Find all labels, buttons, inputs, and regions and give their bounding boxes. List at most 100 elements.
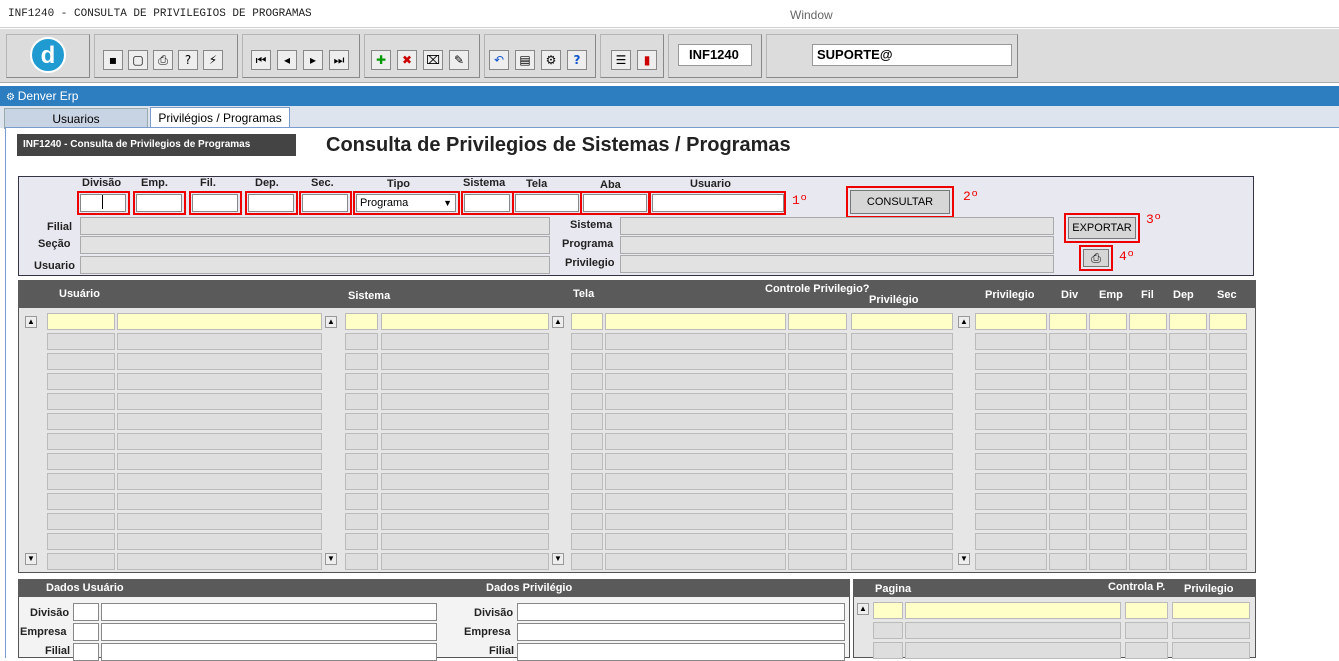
grid-cell[interactable] [1169,453,1207,470]
grid-cell[interactable] [788,313,847,330]
grid-cell[interactable] [851,493,953,510]
grid-cell[interactable] [1209,553,1247,570]
dados-usuario-divisao-name[interactable] [101,603,437,621]
pagina-cell[interactable] [1125,622,1168,639]
grid-cell[interactable] [571,413,603,430]
grid-cell[interactable] [605,353,786,370]
fil-input[interactable] [192,194,238,212]
grid-cell[interactable] [381,373,549,390]
scroll-up-icon[interactable]: ▲ [325,316,337,328]
grid-cell[interactable] [1209,493,1247,510]
grid-cell[interactable] [1089,413,1127,430]
grid-cell[interactable] [1209,533,1247,550]
grid-cell[interactable] [1169,513,1207,530]
grid-cell[interactable] [1129,513,1167,530]
tela-input[interactable] [515,194,579,212]
grid-cell[interactable] [605,373,786,390]
execute-icon[interactable]: ⚡ [203,50,223,70]
grid-cell[interactable] [571,473,603,490]
grid-cell[interactable] [1209,393,1247,410]
grid-cell[interactable] [788,373,847,390]
grid-cell[interactable] [788,473,847,490]
pagina-cell[interactable] [1125,642,1168,659]
scroll-down-icon[interactable]: ▼ [552,553,564,565]
grid-cell[interactable] [117,533,322,550]
grid-scrollbar[interactable] [324,313,338,569]
grid-cell[interactable] [851,433,953,450]
grid-cell[interactable] [605,473,786,490]
grid-cell[interactable] [1049,413,1087,430]
grid-cell[interactable] [1129,553,1167,570]
grid-cell[interactable] [788,393,847,410]
grid-cell[interactable] [381,393,549,410]
grid-cell[interactable] [47,433,115,450]
grid-cell[interactable] [345,493,378,510]
grid-cell[interactable] [1129,393,1167,410]
grid-cell[interactable] [47,373,115,390]
pagina-cell[interactable] [905,642,1121,659]
save-icon[interactable]: ▪ [103,50,123,70]
grid-cell[interactable] [851,553,953,570]
edit-icon[interactable]: ✎ [449,50,469,70]
grid-cell[interactable] [1089,553,1127,570]
grid-cell[interactable] [381,553,549,570]
grid-cell[interactable] [975,373,1047,390]
grid-cell[interactable] [788,533,847,550]
grid-cell[interactable] [1049,513,1087,530]
dep-input[interactable] [248,194,294,212]
tab-usuarios[interactable]: Usuarios [4,108,148,129]
grid-cell[interactable] [1129,313,1167,330]
scroll-up-icon[interactable]: ▲ [25,316,37,328]
grid-cell[interactable] [571,453,603,470]
scroll-up-icon[interactable]: ▲ [857,603,869,615]
scroll-down-icon[interactable]: ▼ [958,553,970,565]
pagina-cell[interactable] [1125,602,1168,619]
pagina-cell[interactable] [873,602,903,619]
last-record-icon[interactable]: ⏭ [329,50,349,70]
scroll-up-icon[interactable]: ▲ [958,316,970,328]
grid-cell[interactable] [851,353,953,370]
dados-usuario-filial-code[interactable] [73,643,99,661]
grid-cell[interactable] [605,453,786,470]
grid-cell[interactable] [1129,493,1167,510]
chevron-down-icon[interactable]: ▼ [443,195,452,211]
grid-cell[interactable] [975,393,1047,410]
pagina-cell[interactable] [1172,622,1250,639]
grid-cell[interactable] [1169,433,1207,450]
grid-cell[interactable] [345,373,378,390]
grid-cell[interactable] [117,313,322,330]
grid-cell[interactable] [1169,393,1207,410]
grid-cell[interactable] [47,393,115,410]
grid-cell[interactable] [1209,353,1247,370]
grid-cell[interactable] [1049,493,1087,510]
grid-cell[interactable] [345,513,378,530]
grid-cell[interactable] [1169,493,1207,510]
grid-cell[interactable] [47,313,115,330]
grid-cell[interactable] [117,353,322,370]
pagina-cell[interactable] [873,642,903,659]
grid-cell[interactable] [117,553,322,570]
grid-cell[interactable] [381,353,549,370]
grid-cell[interactable] [788,413,847,430]
grid-cell[interactable] [571,553,603,570]
grid-cell[interactable] [1129,453,1167,470]
grid-cell[interactable] [975,333,1047,350]
grid-cell[interactable] [1129,433,1167,450]
window-icon[interactable]: ▢ [128,50,148,70]
grid-cell[interactable] [975,353,1047,370]
grid-cell[interactable] [788,333,847,350]
grid-cell[interactable] [345,473,378,490]
grid-cell[interactable] [1089,393,1127,410]
grid-cell[interactable] [851,413,953,430]
grid-cell[interactable] [1049,333,1087,350]
grid-cell[interactable] [117,333,322,350]
dados-privilegio-filial[interactable] [517,643,845,661]
grid-cell[interactable] [381,313,549,330]
keys-icon[interactable]: ⚙ [541,50,561,70]
grid-cell[interactable] [1169,373,1207,390]
paste-icon[interactable]: ▤ [515,50,535,70]
grid-cell[interactable] [788,553,847,570]
grid-cell[interactable] [47,353,115,370]
grid-cell[interactable] [117,433,322,450]
grid-cell[interactable] [571,373,603,390]
